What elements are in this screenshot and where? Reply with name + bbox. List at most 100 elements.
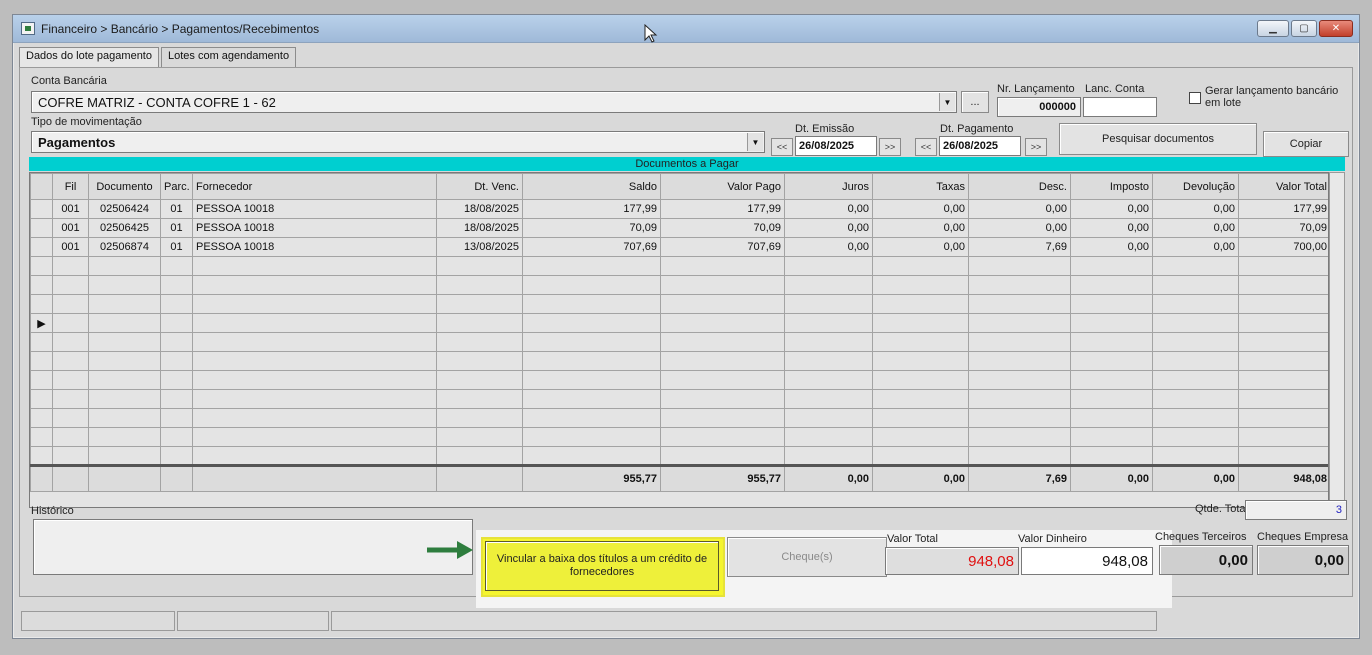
cell-devolucao[interactable]: 0,00: [1152, 218, 1239, 238]
chevron-down-icon[interactable]: ▼: [939, 93, 955, 111]
cell-fil[interactable]: 001: [52, 237, 89, 257]
cell-valor-pago[interactable]: 177,99: [660, 199, 785, 219]
cell-saldo[interactable]: 70,09: [522, 218, 661, 238]
dt-pagamento-next-button[interactable]: >>: [1025, 138, 1047, 156]
chevron-down-icon[interactable]: ▼: [747, 133, 763, 151]
tipo-movimentacao-combo[interactable]: Pagamentos ▼: [31, 131, 765, 153]
cell-documento[interactable]: 02506874: [88, 237, 161, 257]
cell-desc[interactable]: 0,00: [968, 199, 1071, 219]
pesquisar-documentos-button[interactable]: Pesquisar documentos: [1059, 123, 1257, 155]
cell-valor-pago[interactable]: 707,69: [660, 237, 785, 257]
cell-imposto[interactable]: 0,00: [1070, 199, 1153, 219]
cell-juros[interactable]: 0,00: [784, 218, 873, 238]
cell-juros[interactable]: 0,00: [784, 237, 873, 257]
valor-dinheiro-field[interactable]: 948,08: [1021, 547, 1153, 575]
col-header-valor-total[interactable]: Valor Total: [1238, 173, 1328, 200]
status-bar: [21, 611, 1357, 635]
minimize-button[interactable]: ▁: [1257, 20, 1289, 37]
col-header-imposto[interactable]: Imposto: [1070, 173, 1153, 200]
cell-parc[interactable]: 01: [160, 237, 193, 257]
table-row-empty[interactable]: [30, 351, 1328, 371]
col-header-saldo[interactable]: Saldo: [522, 173, 661, 200]
col-header-dt-venc[interactable]: Dt. Venc.: [436, 173, 523, 200]
cell-valor-pago[interactable]: 70,09: [660, 218, 785, 238]
cell-dt-venc[interactable]: 18/08/2025: [436, 218, 523, 238]
qtde-total-field: 3: [1245, 500, 1347, 520]
documents-grid[interactable]: Fil Documento Parc. Fornecedor Dt. Venc.…: [29, 172, 1329, 508]
table-row-empty[interactable]: [30, 446, 1328, 466]
grid-vertical-scrollbar[interactable]: [1329, 172, 1345, 508]
col-header-documento[interactable]: Documento: [88, 173, 161, 200]
table-row[interactable]: 001 02506424 01 PESSOA 10018 18/08/2025 …: [30, 199, 1328, 219]
cell-fornecedor[interactable]: PESSOA 10018: [192, 237, 437, 257]
cell-dt-venc[interactable]: 18/08/2025: [436, 199, 523, 219]
valor-dinheiro-label: Valor Dinheiro: [1018, 533, 1087, 545]
cell-fil[interactable]: 001: [52, 218, 89, 238]
cell-fornecedor[interactable]: PESSOA 10018: [192, 199, 437, 219]
table-row-empty[interactable]: [30, 256, 1328, 276]
col-header-taxas[interactable]: Taxas: [872, 173, 969, 200]
cell-juros[interactable]: 0,00: [784, 199, 873, 219]
cell-devolucao[interactable]: 0,00: [1152, 199, 1239, 219]
table-row-empty[interactable]: [30, 275, 1328, 295]
cell-dt-venc[interactable]: 13/08/2025: [436, 237, 523, 257]
dt-emissao-next-button[interactable]: >>: [879, 138, 901, 156]
tipo-movimentacao-label: Tipo de movimentação: [31, 116, 142, 128]
cell-imposto[interactable]: 0,00: [1070, 237, 1153, 257]
table-row-empty[interactable]: [30, 408, 1328, 428]
dt-emissao-prev-button[interactable]: <<: [771, 138, 793, 156]
col-header-fil[interactable]: Fil: [52, 173, 89, 200]
cell-valor-total[interactable]: 177,99: [1238, 199, 1328, 219]
col-header-parc[interactable]: Parc.: [160, 173, 193, 200]
cell-documento[interactable]: 02506425: [88, 218, 161, 238]
table-row-empty[interactable]: [30, 427, 1328, 447]
tab-lotes-agendamento[interactable]: Lotes com agendamento: [160, 47, 297, 67]
lanc-conta-field[interactable]: [1083, 97, 1157, 117]
cell-saldo[interactable]: 707,69: [522, 237, 661, 257]
close-button[interactable]: ✕: [1319, 20, 1353, 37]
dt-pagamento-field[interactable]: 26/08/2025: [939, 136, 1021, 156]
cell-desc[interactable]: 7,69: [968, 237, 1071, 257]
table-row[interactable]: 001 02506425 01 PESSOA 10018 18/08/2025 …: [30, 218, 1328, 238]
valor-total-value: 948,08: [968, 553, 1014, 570]
app-icon: [21, 22, 35, 35]
cell-documento[interactable]: 02506424: [88, 199, 161, 219]
col-header-juros[interactable]: Juros: [784, 173, 873, 200]
col-header-fornecedor[interactable]: Fornecedor: [192, 173, 437, 200]
copiar-button[interactable]: Copiar: [1263, 131, 1349, 157]
table-row[interactable]: 001 02506874 01 PESSOA 10018 13/08/2025 …: [30, 237, 1328, 257]
table-row-current[interactable]: ▶: [30, 313, 1328, 333]
tab-dados-lote[interactable]: Dados do lote pagamento: [19, 47, 159, 67]
col-header-valor-pago[interactable]: Valor Pago: [660, 173, 785, 200]
col-header-devolucao[interactable]: Devolução: [1152, 173, 1239, 200]
cell-taxas[interactable]: 0,00: [872, 199, 969, 219]
table-row-empty[interactable]: [30, 389, 1328, 409]
cell-parc[interactable]: 01: [160, 199, 193, 219]
cell-saldo[interactable]: 177,99: [522, 199, 661, 219]
nr-lancamento-field[interactable]: 000000: [997, 97, 1081, 117]
conta-bancaria-combo[interactable]: COFRE MATRIZ - CONTA COFRE 1 - 62 ▼: [31, 91, 957, 113]
cell-parc[interactable]: 01: [160, 218, 193, 238]
cell-valor-total[interactable]: 70,09: [1238, 218, 1328, 238]
dt-emissao-field[interactable]: 26/08/2025: [795, 136, 877, 156]
gerar-lancamento-checkbox[interactable]: [1189, 92, 1201, 104]
table-row-empty[interactable]: [30, 370, 1328, 390]
cell-taxas[interactable]: 0,00: [872, 218, 969, 238]
vincular-credito-button[interactable]: Vincular a baixa dos títulos a um crédit…: [485, 541, 719, 591]
historico-field[interactable]: [33, 519, 473, 575]
cell-imposto[interactable]: 0,00: [1070, 218, 1153, 238]
cell-desc[interactable]: 0,00: [968, 218, 1071, 238]
table-row-empty[interactable]: [30, 294, 1328, 314]
cell-fil[interactable]: 001: [52, 199, 89, 219]
cell-fornecedor[interactable]: PESSOA 10018: [192, 218, 437, 238]
qtde-total-label: Qtde. Total: [1195, 503, 1248, 515]
cell-devolucao[interactable]: 0,00: [1152, 237, 1239, 257]
conta-lookup-button[interactable]: ...: [961, 91, 989, 113]
dt-pagamento-prev-button[interactable]: <<: [915, 138, 937, 156]
table-row-empty[interactable]: [30, 332, 1328, 352]
cell-taxas[interactable]: 0,00: [872, 237, 969, 257]
cheques-button[interactable]: Cheque(s): [727, 537, 887, 577]
maximize-button[interactable]: ▢: [1291, 20, 1317, 37]
cell-valor-total[interactable]: 700,00: [1238, 237, 1328, 257]
col-header-desc[interactable]: Desc.: [968, 173, 1071, 200]
